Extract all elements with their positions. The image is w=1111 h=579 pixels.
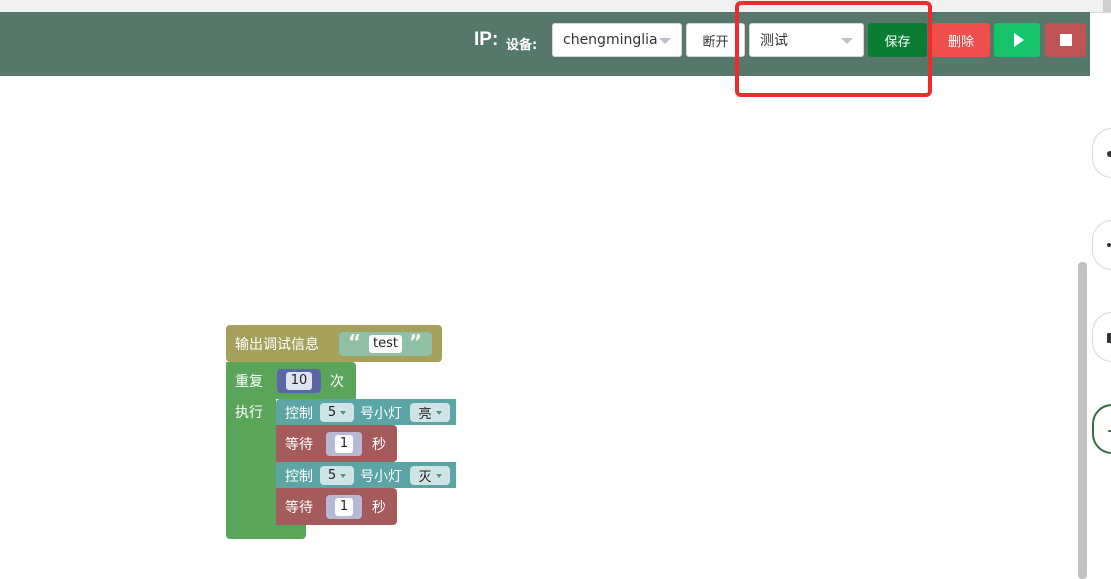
- caret-down-icon: [435, 410, 442, 415]
- pin-value: 5: [327, 405, 337, 420]
- print-block-label: 输出调试信息: [235, 337, 319, 353]
- repeat-count-field[interactable]: 10: [286, 372, 312, 390]
- run-button[interactable]: [994, 23, 1040, 57]
- led-mid: 号小灯: [360, 469, 402, 485]
- side-tab-2[interactable]: [1092, 220, 1111, 270]
- do-label: 执行: [235, 405, 263, 421]
- repeat-block-header[interactable]: 重复 10 次: [226, 362, 356, 399]
- pin-dropdown[interactable]: 5: [320, 403, 354, 422]
- state-dropdown[interactable]: 灭: [410, 466, 450, 485]
- open-quote-icon: “: [348, 330, 362, 354]
- delete-button[interactable]: 删除: [932, 23, 990, 57]
- led-block-off[interactable]: 控制 5 号小灯 灭: [276, 462, 456, 488]
- repeat-block-spine: 执行: [226, 399, 276, 527]
- wait-value-field[interactable]: 1: [335, 498, 353, 516]
- side-tab-1[interactable]: [1092, 128, 1111, 178]
- wait-unit: 秒: [372, 500, 386, 516]
- device-select-value: chengminglia: [563, 32, 658, 48]
- led-prefix: 控制: [285, 406, 313, 422]
- stop-button[interactable]: [1045, 23, 1086, 57]
- side-tab-dot-icon: [1107, 243, 1111, 247]
- ip-label: IP:: [474, 29, 499, 50]
- side-tab-dot-icon: [1107, 333, 1111, 343]
- repeat-unit: 次: [330, 374, 344, 390]
- repeat-label: 重复: [235, 374, 263, 390]
- caret-down-icon: [435, 473, 442, 478]
- pin-value: 5: [327, 468, 337, 483]
- top-strip-marker: [1103, 0, 1111, 12]
- pin-dropdown[interactable]: 5: [320, 466, 354, 485]
- side-tab-4[interactable]: [1092, 404, 1111, 454]
- close-quote-icon: ”: [409, 330, 423, 354]
- state-value: 灭: [418, 470, 432, 485]
- wait-value-field[interactable]: 1: [335, 435, 353, 453]
- text-field[interactable]: test: [369, 335, 402, 353]
- led-prefix: 控制: [285, 469, 313, 485]
- caret-down-icon: [659, 38, 671, 44]
- stop-icon: [1059, 34, 1072, 46]
- side-tab-3[interactable]: [1092, 312, 1111, 362]
- wait-prefix: 等待: [285, 437, 313, 453]
- print-block[interactable]: 输出调试信息 “ test ”: [226, 325, 442, 362]
- play-icon: [1013, 33, 1024, 47]
- state-value: 亮: [418, 407, 432, 422]
- device-label: 设备:: [506, 38, 538, 53]
- led-mid: 号小灯: [360, 406, 402, 422]
- wait-block-1[interactable]: 等待 1 秒: [276, 425, 397, 462]
- state-dropdown[interactable]: 亮: [410, 403, 450, 422]
- text-block[interactable]: “ test ”: [339, 330, 432, 356]
- wait-unit: 秒: [372, 437, 386, 453]
- led-block-on[interactable]: 控制 5 号小灯 亮: [276, 399, 456, 425]
- number-block[interactable]: 10: [277, 369, 321, 393]
- wait-number-block[interactable]: 1: [326, 495, 362, 519]
- repeat-block-footer: [226, 525, 306, 539]
- wait-block-2[interactable]: 等待 1 秒: [276, 488, 397, 525]
- side-tab-dot-icon: [1107, 151, 1111, 157]
- workspace-scrollbar[interactable]: [1078, 262, 1087, 579]
- wait-prefix: 等待: [285, 500, 313, 516]
- device-select[interactable]: chengminglia: [552, 23, 682, 57]
- caret-down-icon: [340, 473, 347, 478]
- wait-number-block[interactable]: 1: [326, 432, 362, 456]
- caret-down-icon: [340, 410, 347, 415]
- highlight-box: [735, 1, 932, 97]
